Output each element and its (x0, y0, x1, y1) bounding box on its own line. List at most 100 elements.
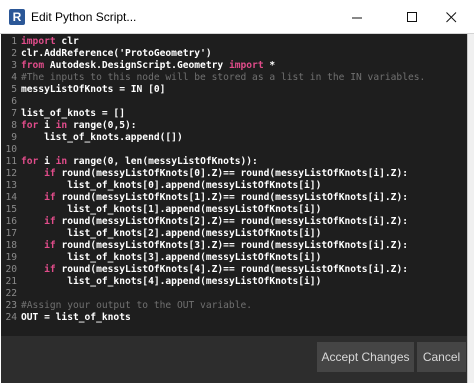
code-line[interactable]: 2 clr.AddReference('ProtoGeometry') (1, 48, 467, 60)
line-number: 8 (11, 120, 17, 131)
line-number: 2 (11, 48, 17, 59)
code-line[interactable]: 18 if round(messyListOfKnots[3].Z)== rou… (1, 240, 467, 252)
code-token: round(messyListOfKnots[ (55, 216, 195, 227)
code-text: if round(messyListOfKnots[1].Z)== round(… (21, 192, 408, 204)
code-token: list_of_knots[ (21, 180, 149, 191)
code-line[interactable]: 16 if round(messyListOfKnots[2].Z)== rou… (1, 216, 467, 228)
line-number: 21 (5, 276, 17, 287)
code-text: list_of_knots[0].append(messyListOfKnots… (21, 180, 321, 192)
line-number: 14 (5, 192, 17, 203)
code-text: list_of_knots[4].append(messyListOfKnots… (21, 276, 321, 288)
keyword-token: import (228, 60, 264, 71)
keyword-token: from (21, 60, 45, 71)
keyword-token: if (44, 264, 56, 275)
code-text: list_of_knots[2].append(messyListOfKnots… (21, 228, 321, 240)
code-text: for i in range(0, len(messyListOfKnots))… (21, 156, 258, 168)
line-number: 10 (5, 144, 17, 155)
code-line[interactable]: 5 messyListOfKnots = IN [0] (1, 84, 467, 96)
accept-changes-button[interactable]: Accept Changes (317, 342, 414, 372)
code-token: ].Z)== round(messyListOfKnots[i].Z): (200, 168, 409, 179)
code-token: , len(messyListOfKnots)): (113, 156, 258, 167)
code-line[interactable]: 19 list_of_knots[3].append(messyListOfKn… (1, 252, 467, 264)
code-token: i (38, 120, 56, 131)
code-token: list_of_knots[ (21, 204, 149, 215)
code-text: #The inputs to this node will be stored … (21, 72, 425, 84)
keyword-token: if (44, 216, 56, 227)
line-number: 24 (5, 312, 17, 323)
code-line[interactable]: 23 #Assign your output to the OUT variabl… (1, 300, 467, 312)
keyword-token: import (21, 36, 56, 47)
line-number: 16 (5, 216, 17, 227)
code-line[interactable]: 1 import clr (1, 36, 467, 48)
minimize-button[interactable] (334, 0, 380, 34)
code-token: ] (159, 84, 166, 95)
code-line[interactable]: 24 OUT = list_of_knots (1, 312, 467, 324)
code-text: messyListOfKnots = IN [0] (21, 84, 165, 96)
code-token: clr.AddReference( (21, 48, 120, 59)
code-line[interactable]: 17 list_of_knots[2].append(messyListOfKn… (1, 228, 467, 240)
line-number: 6 (11, 96, 17, 107)
code-editor[interactable]: 1 import clr 2 clr.AddReference('ProtoGeome… (1, 34, 467, 336)
code-line[interactable]: 11 for i in range(0, len(messyListOfKnots… (1, 156, 467, 168)
code-line[interactable]: 3 from Autodesk.DesignScript.Geometry imp… (1, 60, 467, 72)
line-number: 15 (5, 204, 17, 215)
code-line[interactable]: 13 list_of_knots[0].append(messyListOfKn… (1, 180, 467, 192)
code-token: Autodesk.DesignScript.Geometry (44, 60, 229, 71)
code-token: list_of_knots.append([]) (21, 132, 183, 143)
keyword-token: for (21, 156, 39, 167)
code-line[interactable]: 20 if round(messyListOfKnots[4].Z)== rou… (1, 264, 467, 276)
line-number: 11 (5, 156, 17, 167)
code-line[interactable]: 9 list_of_knots.append([]) (1, 132, 467, 144)
code-line[interactable]: 14 if round(messyListOfKnots[1].Z)== rou… (1, 192, 467, 204)
code-line[interactable]: 6 (1, 96, 467, 108)
code-line[interactable]: 4 #The inputs to this node will be stored… (1, 72, 467, 84)
code-line[interactable]: 7 list_of_knots = [] (1, 108, 467, 120)
code-text: list_of_knots[3].append(messyListOfKnots… (21, 252, 321, 264)
code-token: i (38, 156, 56, 167)
code-line[interactable]: 10 (1, 144, 467, 156)
code-token: ].Z)== round(messyListOfKnots[i].Z): (200, 216, 409, 227)
revit-app-icon: R (9, 9, 25, 25)
code-text: import clr (21, 36, 79, 48)
window-title: Edit Python Script... (31, 10, 137, 24)
comment-token: #Assign your output to the OUT variable. (21, 300, 253, 311)
code-text: if round(messyListOfKnots[4].Z)== round(… (21, 264, 408, 276)
code-text: OUT = list_of_knots (21, 312, 131, 324)
line-number: 22 (5, 288, 17, 299)
code-token: ].append(messyListOfKnots[i]) (153, 180, 322, 191)
code-text: #Assign your output to the OUT variable. (21, 300, 252, 312)
code-token: round(messyListOfKnots[ (55, 168, 195, 179)
code-line[interactable]: 12 if round(messyListOfKnots[0].Z)== rou… (1, 168, 467, 180)
close-icon (445, 11, 456, 22)
code-token: round(messyListOfKnots[ (55, 192, 195, 203)
code-token: list_of_knots = [] (21, 108, 125, 119)
code-token: list_of_knots[ (21, 228, 149, 239)
code-text: list_of_knots = [] (21, 108, 125, 120)
cancel-button[interactable]: Cancel (417, 342, 466, 372)
code-line[interactable]: 15 list_of_knots[1].append(messyListOfKn… (1, 204, 467, 216)
code-text: list_of_knots.append([]) (21, 132, 183, 144)
code-token: round(messyListOfKnots[ (55, 264, 195, 275)
code-token: list_of_knots[ (21, 252, 149, 263)
keyword-token: for (21, 120, 39, 131)
code-text: clr.AddReference('ProtoGeometry') (21, 48, 212, 60)
code-token: list_of_knots[ (21, 276, 149, 287)
line-number: 1 (11, 36, 17, 47)
code-token: ) (205, 48, 212, 59)
keyword-token: if (44, 240, 56, 251)
code-line[interactable]: 21 list_of_knots[4].append(messyListOfKn… (1, 276, 467, 288)
code-text: from Autodesk.DesignScript.Geometry impo… (21, 60, 275, 72)
comment-token: #The inputs to this node will be stored … (21, 72, 426, 83)
code-text: if round(messyListOfKnots[2].Z)== round(… (21, 216, 408, 228)
code-line[interactable]: 8 for i in range(0,5): (1, 120, 467, 132)
background-canvas-edge (467, 34, 474, 383)
close-button[interactable] (428, 0, 474, 34)
minimize-icon (351, 17, 362, 18)
code-token: OUT = list_of_knots (21, 312, 131, 323)
code-text: for i in range(0,5): (21, 120, 137, 132)
code-line[interactable]: 22 (1, 288, 467, 300)
